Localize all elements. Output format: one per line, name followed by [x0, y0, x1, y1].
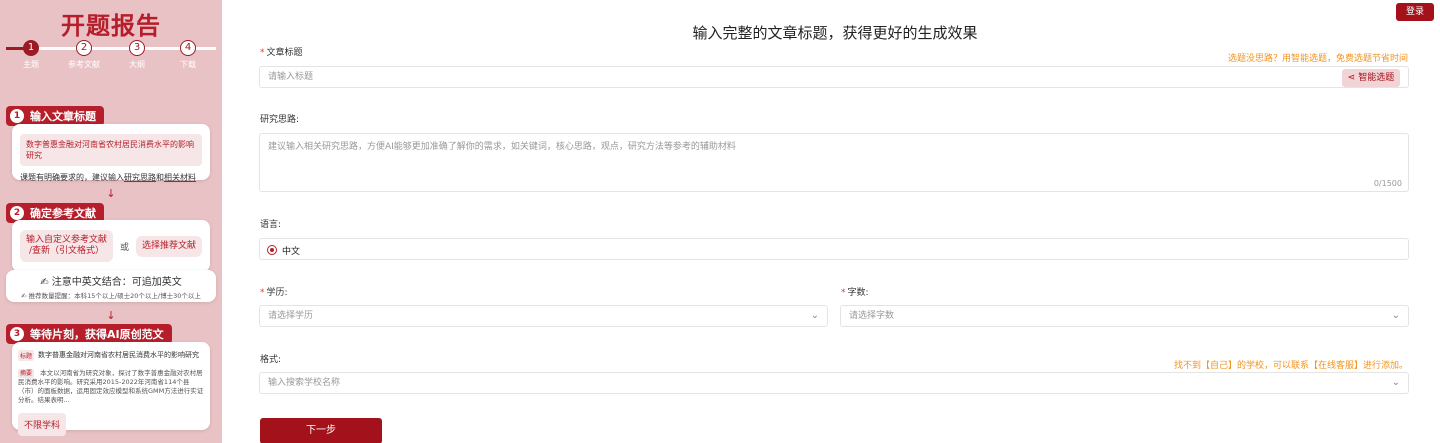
section-title: 等待片刻，获得AI原创范文 — [30, 328, 164, 341]
step-number: 1 — [23, 40, 39, 56]
login-button[interactable]: 登录 — [1396, 3, 1434, 21]
smart-topic-hint[interactable]: 选题没思路？用智能选题，免费选题节省时间 — [1228, 51, 1408, 64]
pencil-icon: ✍ — [40, 277, 49, 288]
note-title: ✍ 注意中英文结合：可追加英文 — [12, 273, 210, 288]
hint-and: 和 — [156, 173, 164, 182]
sidebar: 开题报告 1 主题 2 参考文献 3 大纲 4 下载 1 输入文章标题 数字普惠… — [0, 0, 222, 443]
wordcount-select[interactable]: 请选择字数 ⌄ — [840, 305, 1409, 327]
degree-placeholder: 请选择学历 — [268, 311, 314, 321]
page-title: 输入完整的文章标题，获得更好的生成效果 — [692, 24, 978, 42]
language-field-label: 语言: — [260, 220, 282, 230]
idea-field-label: 研究思路: — [260, 115, 300, 125]
step-outline[interactable]: 3 大纲 — [117, 40, 157, 70]
label-text: 字数: — [847, 288, 869, 298]
step-topic[interactable]: 1 主题 — [11, 40, 51, 70]
school-contact-hint[interactable]: 找不到【自己】的学校，可以联系【在线客服】进行添加。 — [1174, 358, 1408, 371]
step-references[interactable]: 2 参考文献 — [64, 40, 104, 70]
section-number: 1 — [10, 109, 24, 123]
next-step-button[interactable]: 下一步 — [260, 418, 382, 443]
or-label: 或 — [119, 242, 129, 253]
step-number: 3 — [129, 40, 145, 56]
example-title-card: 数字普惠金融对河南省农村居民消费水平的影响研究 课题有明确要求的，建议输入研究思… — [12, 124, 210, 183]
section-badge-result: 3 等待片刻，获得AI原创范文 — [6, 324, 172, 344]
section-number: 2 — [10, 206, 24, 220]
abstract-text: 本文以河南省为研究对象，探讨了数字普惠金融对农村居民消费水平的影响。研究采用20… — [18, 369, 204, 404]
smart-topic-button[interactable]: ⋖ 智能选题 — [1342, 69, 1400, 87]
section-title: 输入文章标题 — [30, 110, 96, 123]
hint-link-research-idea: 研究思路 — [124, 173, 156, 182]
smart-topic-label: 智能选题 — [1358, 73, 1395, 83]
section-title: 确定参考文献 — [30, 207, 96, 220]
note-detail-text: 推荐数量提醒：本科15个以上/硕士20个以上/博士30个以上 — [28, 292, 201, 300]
section-badge-title: 1 输入文章标题 — [6, 106, 104, 126]
note-title-text: 注意中英文结合：可追加英文 — [51, 277, 182, 288]
sample-output-card: 标题 数字普惠金融对河南省农村居民消费水平的影响研究 摘要 本文以河南省为研究对… — [12, 342, 210, 436]
title-tag: 标题 — [18, 350, 35, 361]
step-number: 4 — [180, 40, 196, 56]
step-label: 主题 — [23, 60, 39, 69]
sidebar-title: 开题报告 — [61, 12, 161, 40]
step-label: 参考文献 — [68, 60, 100, 69]
chevron-down-icon: ⌄ — [810, 310, 819, 321]
label-text: 文章标题 — [266, 48, 303, 58]
recommended-reference-option: 选择推荐文献 — [135, 235, 202, 257]
example-title-chip: 数字普惠金融对河南省农村居民消费水平的影响研究 — [20, 134, 202, 166]
required-mark: * — [841, 288, 846, 298]
sample-title: 数字普惠金融对河南省农村居民消费水平的影响研究 — [38, 351, 200, 359]
format-field-label: 格式: — [260, 355, 282, 365]
degree-field-label: * 学历: — [260, 285, 288, 298]
title-input[interactable]: 请输入标题 ⋖ 智能选题 — [259, 66, 1409, 88]
share-icon: ⋖ — [1347, 73, 1356, 83]
sample-abstract: 摘要 本文以河南省为研究对象，探讨了数字普惠金融对农村居民消费水平的影响。研究采… — [18, 369, 204, 405]
idea-placeholder: 建议输入相关研究思路，方便AI能够更加准确了解你的需求，如关键词，核心思路，观点… — [268, 142, 736, 152]
language-radio-group: 中文 — [259, 238, 1409, 260]
progress-stepper: 1 主题 2 参考文献 3 大纲 4 下载 — [6, 40, 216, 74]
note-detail: ✍ 推荐数量提醒：本科15个以上/硕士20个以上/博士30个以上 — [12, 290, 210, 300]
reference-note-card: ✍ 注意中英文结合：可追加英文 ✍ 推荐数量提醒：本科15个以上/硕士20个以上… — [6, 270, 216, 302]
subject-badge: 不限学科 — [18, 413, 67, 436]
chevron-down-icon: ⌄ — [1391, 310, 1400, 321]
label-text: 学历: — [266, 288, 288, 298]
chinese-radio-label[interactable]: 中文 — [282, 244, 300, 257]
wordcount-field-label: * 字数: — [841, 285, 869, 298]
wordcount-placeholder: 请选择字数 — [849, 311, 895, 321]
custom-reference-option: 输入自定义参考文献 /查新（引文格式） — [20, 230, 114, 262]
pencil-icon: ✍ — [21, 292, 27, 300]
title-field-label: * 文章标题 — [260, 45, 303, 58]
degree-select[interactable]: 请选择学历 ⌄ — [259, 305, 828, 327]
step-label: 下载 — [180, 60, 196, 69]
abstract-tag: 摘要 — [18, 369, 35, 378]
title-hint: 课题有明确要求的，建议输入研究思路和相关材料 — [20, 172, 202, 183]
chevron-down-icon: ⌄ — [1391, 377, 1400, 388]
references-card: 输入自定义参考文献 /查新（引文格式） 或 选择推荐文献 — [12, 220, 210, 272]
hint-link-related-material: 相关材料 — [164, 173, 196, 182]
idea-textarea[interactable]: 建议输入相关研究思路，方便AI能够更加准确了解你的需求，如关键词，核心思路，观点… — [259, 133, 1409, 192]
char-counter: 0/1500 — [1373, 179, 1402, 188]
chinese-radio[interactable] — [267, 245, 277, 255]
school-search-placeholder: 输入搜索学校名称 — [268, 378, 341, 388]
arrow-down-icon: ↓ — [106, 309, 116, 322]
hint-text: 课题有明确要求的，建议输入 — [20, 173, 124, 182]
sample-title-row: 标题 数字普惠金融对河南省农村居民消费水平的影响研究 — [18, 350, 204, 361]
school-search-select[interactable]: 输入搜索学校名称 ⌄ — [259, 372, 1409, 394]
step-number: 2 — [76, 40, 92, 56]
required-mark: * — [260, 288, 265, 298]
title-placeholder: 请输入标题 — [268, 72, 314, 82]
arrow-down-icon: ↓ — [106, 187, 116, 200]
step-download[interactable]: 4 下载 — [168, 40, 208, 70]
section-number: 3 — [10, 327, 24, 341]
required-mark: * — [260, 48, 265, 58]
step-label: 大纲 — [129, 60, 145, 69]
